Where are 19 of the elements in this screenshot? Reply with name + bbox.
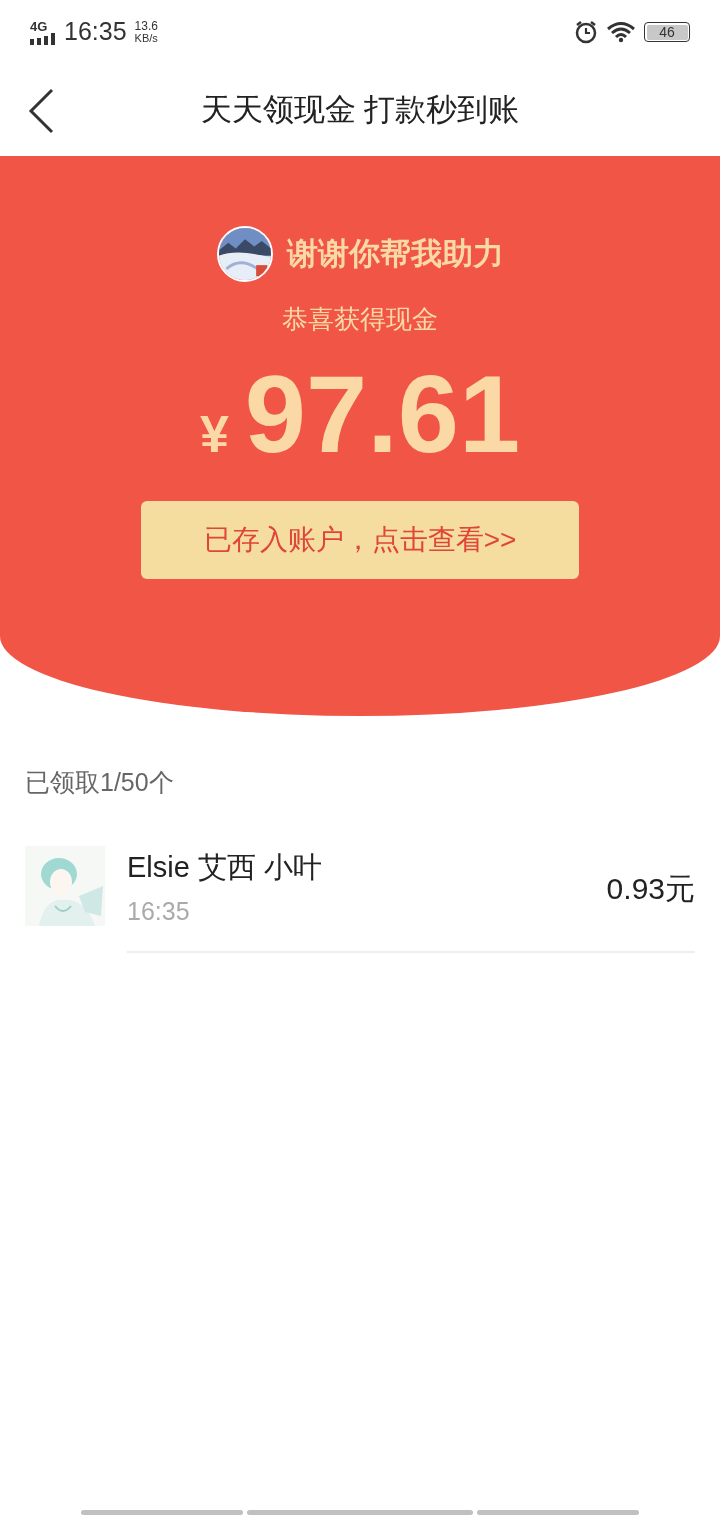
speed-unit: KB/s <box>134 32 158 44</box>
claimed-count: 已领取1/50个 <box>25 767 175 798</box>
claim-time: 16:35 <box>127 896 191 927</box>
wifi-icon <box>606 21 636 43</box>
view-account-button[interactable]: 已存入账户，点击查看>> <box>141 501 579 579</box>
alarm-icon <box>574 20 598 44</box>
page-title: 天天领现金 打款秒到账 <box>200 90 520 129</box>
currency-symbol: ¥ <box>199 404 229 465</box>
network-type: 4G <box>30 19 48 33</box>
greeting-text: 谢谢你帮我助力 <box>286 234 504 273</box>
back-icon[interactable] <box>28 88 54 134</box>
user-name: Elsie 艾西 小叶 <box>127 849 323 885</box>
clock-time: 16:35 <box>64 16 127 48</box>
network-speed: 13.6 <box>134 20 158 32</box>
subtitle-text: 恭喜获得现金 <box>282 303 438 336</box>
signal-icon <box>30 32 58 45</box>
battery-indicator: 46 <box>644 22 690 42</box>
cash-amount: 97.61 <box>244 351 521 477</box>
claim-amount: 0.93元 <box>606 870 695 907</box>
